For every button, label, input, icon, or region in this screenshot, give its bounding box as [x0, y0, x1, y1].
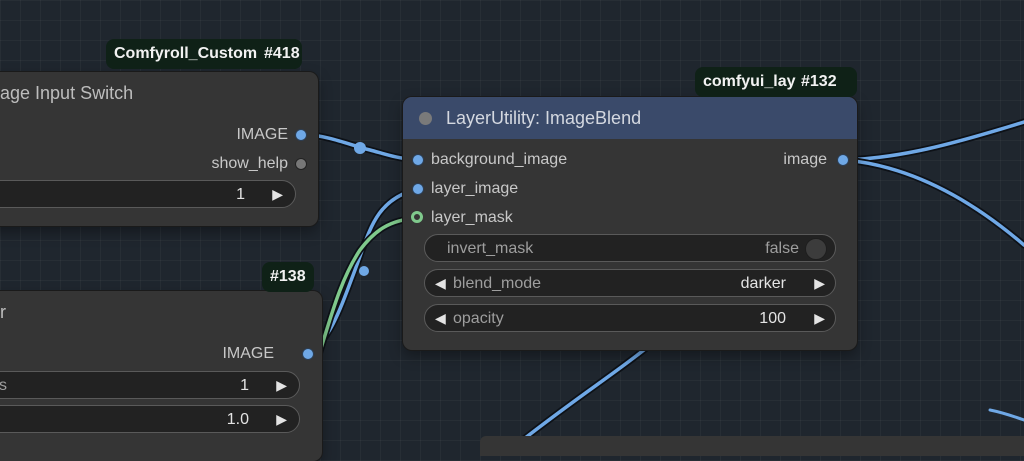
arrow-left-icon[interactable]: ◀	[435, 310, 446, 327]
reroute-dot	[359, 266, 369, 276]
output-label-image: image	[783, 151, 827, 168]
node-layer-utility-image-blend[interactable]: LayerUtility: ImageBlend background_imag…	[403, 97, 857, 350]
node-title: LayerUtility: ImageBlend	[446, 108, 642, 128]
widget-label: blend_mode	[453, 275, 542, 292]
socket-blue-icon[interactable]	[295, 129, 307, 141]
output-label-image: IMAGE	[236, 126, 288, 143]
node-lower[interactable]: r IMAGE s 1 ▶ 1.0 ▶	[0, 291, 322, 461]
number-widget[interactable]: 1.0 ▶	[0, 405, 300, 433]
arrow-left-icon[interactable]: ◀	[435, 275, 446, 292]
widget-value: 100	[759, 310, 786, 327]
arrow-right-icon[interactable]: ▶	[276, 411, 287, 428]
badge-node-id: #138	[270, 268, 306, 285]
widget-label: s	[0, 377, 7, 394]
badge-source-name: comfyui_lay	[703, 73, 796, 90]
reroute-dot	[354, 142, 366, 154]
arrow-right-icon[interactable]: ▶	[276, 377, 287, 394]
widget-label: opacity	[453, 310, 504, 327]
number-widget[interactable]: s 1 ▶	[0, 371, 300, 399]
wire-right-edge	[988, 408, 1024, 422]
node-title: age Input Switch	[0, 83, 134, 103]
socket-blue-icon[interactable]	[837, 154, 849, 166]
socket-blue-icon[interactable]	[302, 348, 314, 360]
input-label-background-image: background_image	[431, 151, 568, 168]
number-widget[interactable]: 1 ▶	[0, 180, 296, 208]
arrow-right-icon[interactable]: ▶	[814, 310, 825, 327]
node-title-bar[interactable]: age Input Switch	[0, 72, 318, 114]
arrow-right-icon[interactable]: ▶	[272, 186, 283, 203]
node-title-bar[interactable]: r	[0, 291, 322, 333]
wire-output-upper	[841, 118, 1024, 164]
widget-value: 1	[240, 377, 249, 394]
socket-green-icon[interactable]	[411, 211, 423, 223]
badge-node-id: #132	[797, 67, 837, 97]
node-title-bar[interactable]: LayerUtility: ImageBlend	[403, 97, 857, 139]
node-badge-418: Comfyroll_Custom #418	[106, 39, 302, 69]
input-label-layer-image: layer_image	[431, 180, 519, 197]
widget-value: 1.0	[226, 411, 249, 428]
output-label-image: IMAGE	[222, 345, 274, 362]
badge-source-name: Comfyroll_Custom	[114, 45, 258, 62]
badge-node-id: #418	[260, 39, 300, 69]
arrow-right-icon[interactable]: ▶	[814, 275, 825, 292]
node-badge-132: comfyui_lay #132	[695, 67, 857, 97]
socket-gray-icon[interactable]	[295, 158, 307, 170]
number-opacity[interactable]: ◀ opacity 100 ▶	[424, 304, 836, 332]
input-label-layer-mask: layer_mask	[431, 209, 513, 226]
toggle-knob-icon[interactable]	[805, 238, 827, 260]
widget-label: invert_mask	[447, 240, 534, 257]
collapse-dot-icon[interactable]	[419, 112, 432, 125]
combo-blend-mode[interactable]: ◀ blend_mode darker ▶	[424, 269, 836, 297]
output-label-show-help: show_help	[211, 155, 289, 172]
node-image-input-switch[interactable]: age Input Switch IMAGE show_help 1 ▶	[0, 72, 318, 226]
toggle-invert-mask[interactable]: invert_mask false	[424, 234, 836, 262]
wire-output-lower	[841, 156, 1024, 249]
widget-value: false	[765, 240, 799, 257]
socket-blue-icon[interactable]	[412, 183, 424, 195]
node-partial-bottom[interactable]	[480, 436, 1024, 456]
node-badge-138: #138	[262, 262, 314, 292]
socket-blue-icon[interactable]	[412, 154, 424, 166]
node-title: r	[0, 302, 6, 322]
widget-value: 1	[236, 186, 245, 203]
widget-value: darker	[740, 275, 786, 292]
